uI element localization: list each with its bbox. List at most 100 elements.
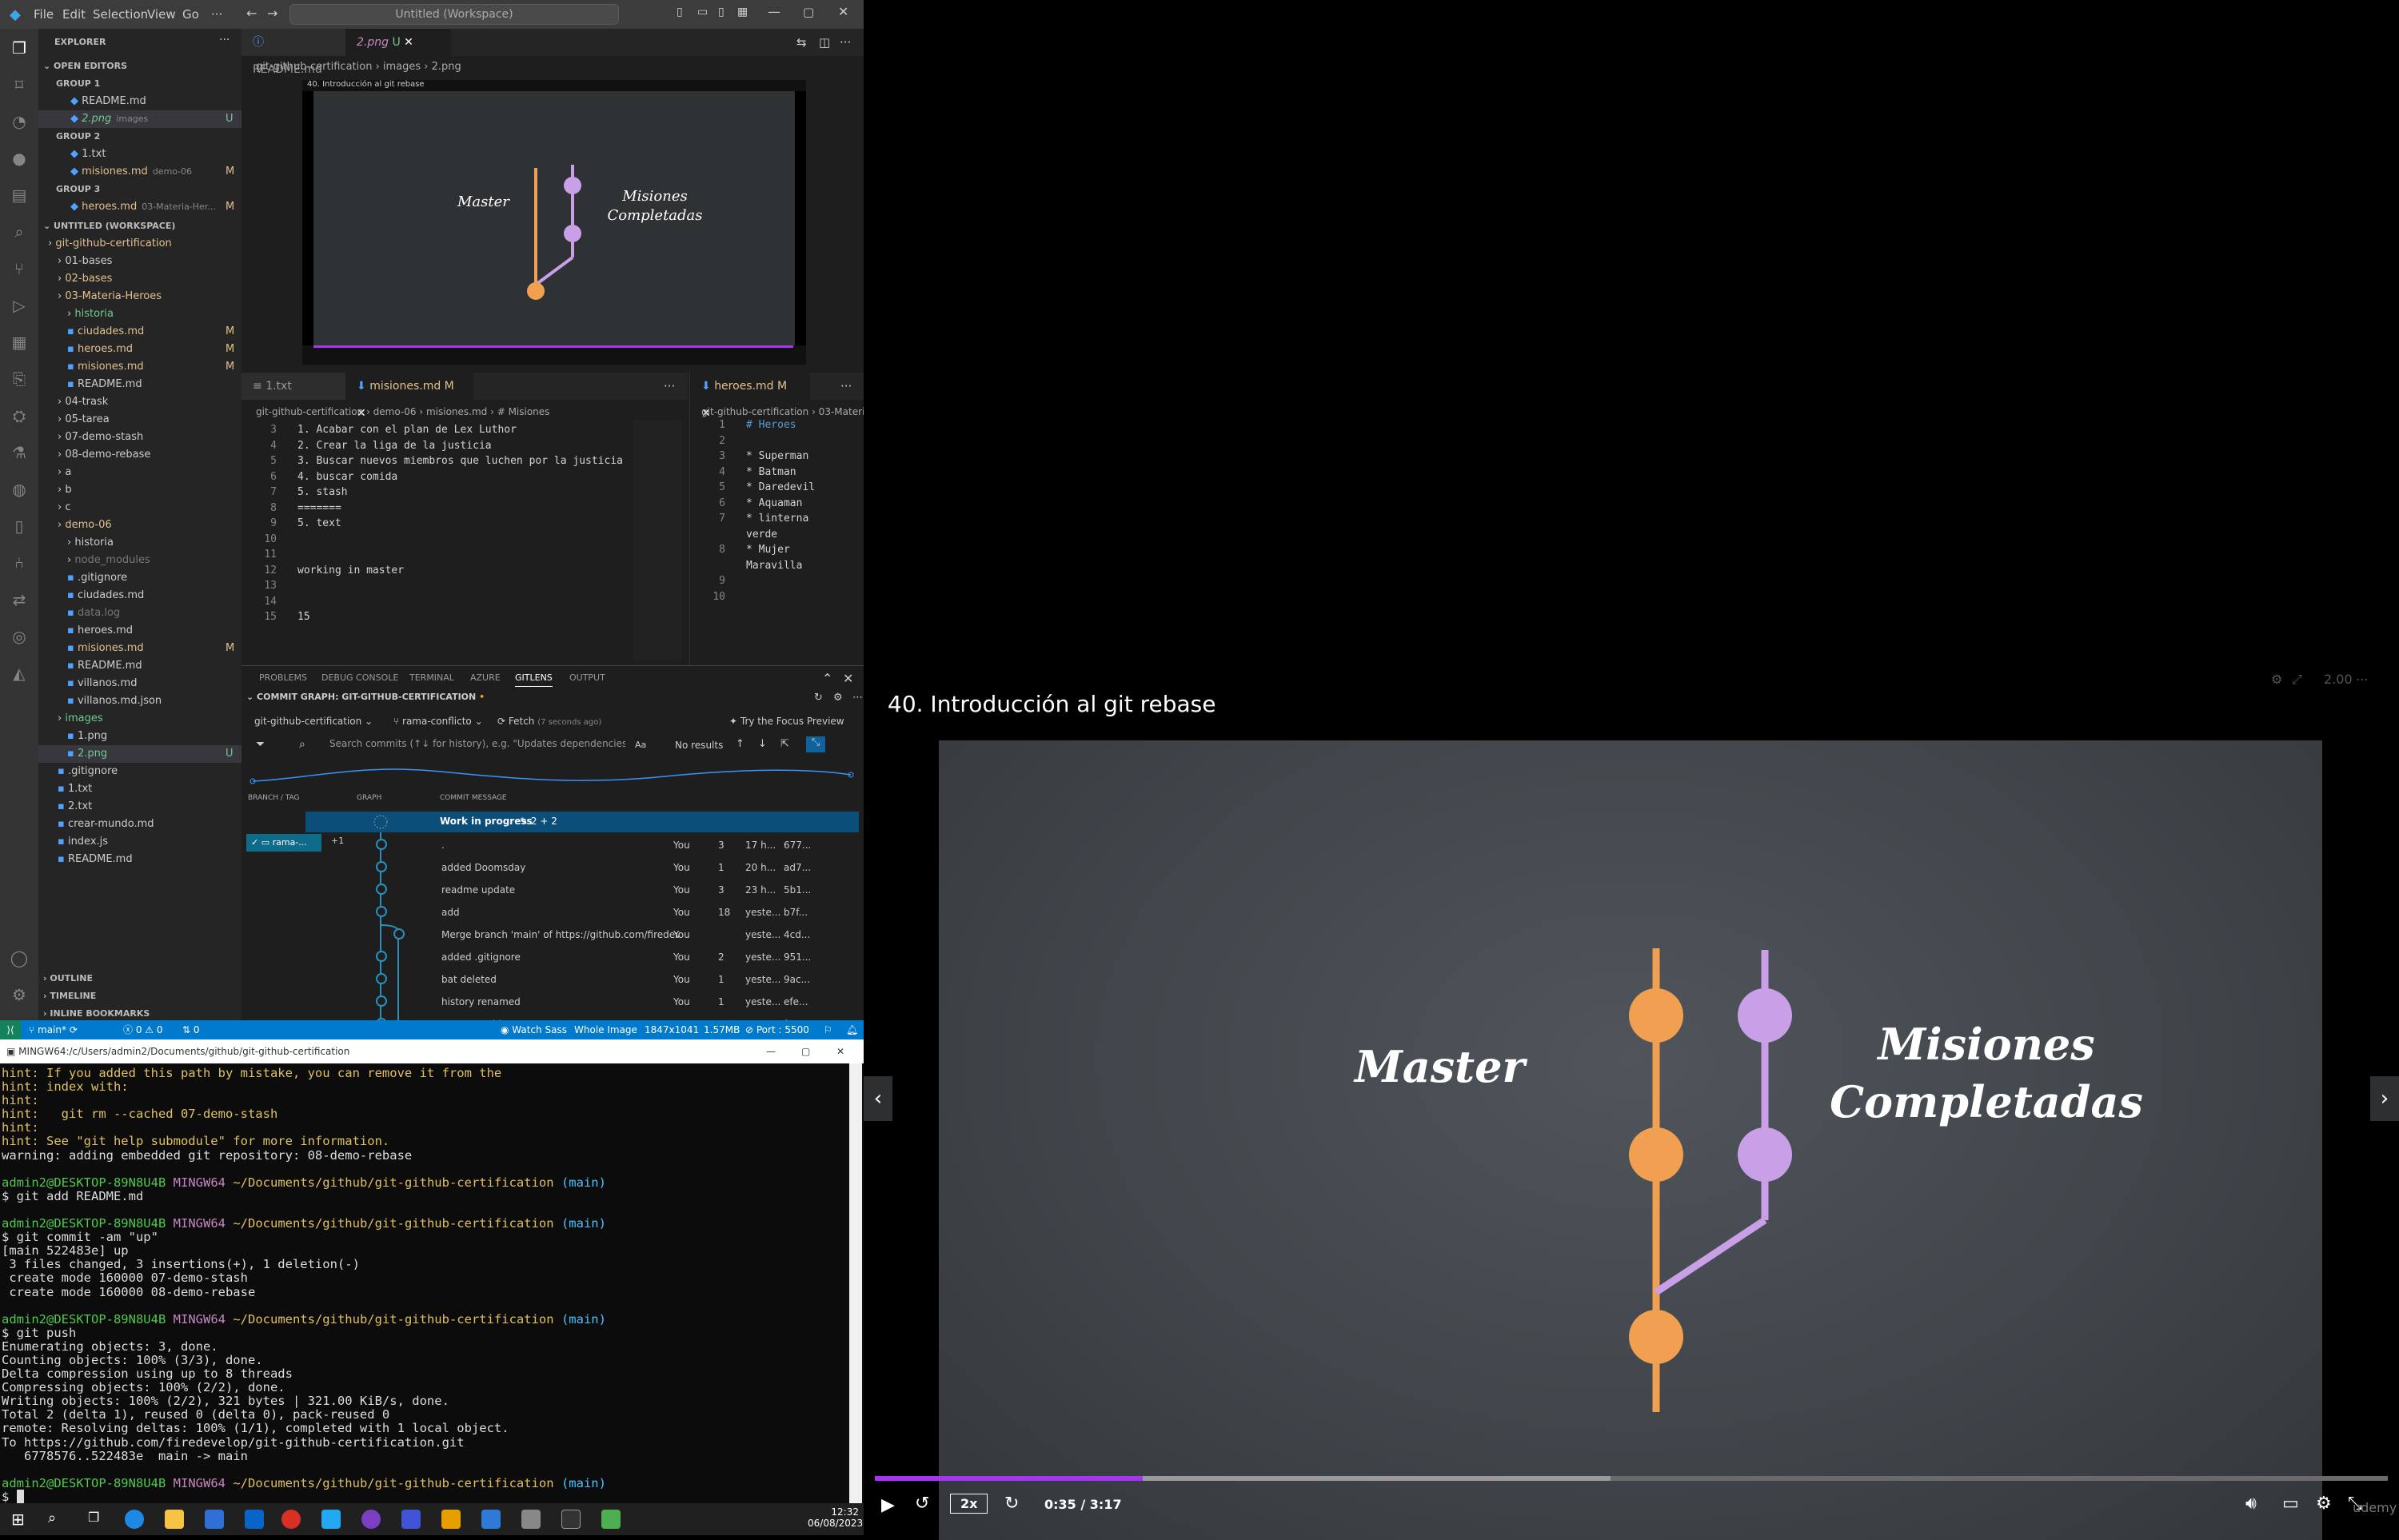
live-share-icon[interactable]: ⇄ xyxy=(10,590,29,609)
obs-icon[interactable] xyxy=(361,1510,381,1529)
commit-node[interactable] xyxy=(376,951,387,962)
tab-debug-console[interactable]: DEBUG CONSOLE xyxy=(321,672,398,683)
repo-selector[interactable]: git-github-certification ⌄ xyxy=(254,716,373,727)
tree-item[interactable]: › 01-bases xyxy=(38,253,241,270)
open-editor-item[interactable]: ◆ README.md xyxy=(38,93,241,110)
task-view-icon[interactable]: ❐ xyxy=(88,1510,99,1525)
feedback-icon[interactable]: ⚐ xyxy=(824,1020,832,1039)
manage-gear-icon[interactable]: ⚙ xyxy=(10,985,29,1004)
nav-forward-icon[interactable]: → xyxy=(267,6,277,21)
settings-icon[interactable]: ⚙ xyxy=(2316,1494,2332,1514)
tree-item[interactable]: › node_modules xyxy=(38,552,241,569)
minimap[interactable] xyxy=(633,421,681,660)
run-debug-icon[interactable]: ▷ xyxy=(10,296,29,315)
tree-item[interactable]: › git-github-certification xyxy=(38,235,241,253)
overlay-fullscreen-icon[interactable]: ⤢ xyxy=(2292,672,2302,688)
overlay-more-icon[interactable]: ⋯ xyxy=(2356,672,2369,687)
commit-node[interactable] xyxy=(376,839,387,850)
tab-problems[interactable]: PROBLEMS xyxy=(259,672,307,683)
focus-preview-link[interactable]: ✦ Try the Focus Preview xyxy=(729,716,844,727)
tab-1txt[interactable]: ≡ 1.txt xyxy=(241,373,345,400)
remote-explorer-icon[interactable]: ▤ xyxy=(10,186,29,205)
tab-misiones[interactable]: ⬇ misiones.md M ✕ xyxy=(345,373,473,420)
layout-sidebar-icon[interactable]: ▯ xyxy=(677,6,683,18)
commit-row[interactable]: added .gitignore You 2 yeste... 951... xyxy=(441,946,864,968)
commit-row[interactable]: bat deleted You 1 yeste... 9ac... xyxy=(441,968,864,991)
tab-2png[interactable]: 2.png U ✕ xyxy=(345,29,451,56)
play-icon[interactable]: ▶ xyxy=(881,1495,895,1515)
branch-indicator[interactable]: ⑂ main* ⟳ xyxy=(29,1020,78,1039)
nav-back-icon[interactable]: ← xyxy=(246,6,257,21)
commit-node[interactable] xyxy=(376,995,387,1007)
tree-item[interactable]: ▪ 1.png xyxy=(38,728,241,745)
explorer-icon[interactable]: ❐ xyxy=(10,38,29,58)
watch-sass-button[interactable]: ◉ Watch Sass xyxy=(501,1020,567,1039)
github-icon[interactable]: ◍ xyxy=(10,480,29,499)
tab-azure[interactable]: AZURE xyxy=(470,672,501,683)
playback-speed-button[interactable]: 2x xyxy=(950,1494,988,1514)
tree-item[interactable]: › historia xyxy=(38,305,241,323)
tree-item[interactable]: › 02-bases xyxy=(38,270,241,288)
mongo-icon[interactable]: ● xyxy=(10,149,29,168)
maximize-icon[interactable]: ▢ xyxy=(803,5,814,19)
notebook-icon[interactable]: ▯ xyxy=(10,517,29,536)
commit-row[interactable]: Merge branch 'main' of https://github.co… xyxy=(441,924,864,946)
edge-icon[interactable] xyxy=(125,1510,144,1529)
mail-icon[interactable] xyxy=(245,1510,264,1529)
captions-icon[interactable]: ▭ xyxy=(2282,1494,2299,1514)
git-icon[interactable] xyxy=(441,1510,461,1529)
menu-file[interactable]: File xyxy=(34,7,54,22)
close-icon[interactable]: ✕ xyxy=(838,4,848,19)
search-icon[interactable]: ⌕ xyxy=(299,738,305,751)
split-editor-icon[interactable]: ◫ xyxy=(819,35,830,50)
testing-icon[interactable]: ⚗ xyxy=(10,443,29,462)
volume-icon[interactable]: 🔊︎ xyxy=(2245,1494,2257,1514)
source-control-icon[interactable]: ⑂ xyxy=(10,259,29,278)
nvidia-icon[interactable] xyxy=(601,1510,621,1529)
graph-more-icon[interactable]: ⋯ xyxy=(852,692,863,704)
tree-item[interactable]: › b xyxy=(38,481,241,499)
editor-more-icon[interactable]: ··· xyxy=(840,379,852,393)
refresh-icon[interactable]: ↻ xyxy=(814,692,823,704)
remote-icon[interactable]: ⎘ xyxy=(10,369,29,389)
search-icon[interactable]: ⌕ xyxy=(10,222,29,241)
editor-more-icon[interactable]: ··· xyxy=(840,35,851,50)
terminal-scrollbar[interactable] xyxy=(849,1063,862,1503)
commit-node[interactable] xyxy=(376,861,387,872)
tree-item[interactable]: ▪ data.log xyxy=(38,604,241,622)
open-editor-item[interactable]: ◆ heroes.md 03-Materia-Her... M xyxy=(38,198,241,216)
tree-item[interactable]: ▪ .gitignore xyxy=(38,569,241,587)
timeline-icon[interactable]: ◔ xyxy=(10,112,29,131)
activity-minimap[interactable] xyxy=(249,760,857,792)
clock[interactable]: 12:32 06/08/2023 xyxy=(808,1506,863,1529)
commit-row[interactable]: . You 3 17 h... 677... xyxy=(441,834,864,856)
open-details-icon[interactable]: ⇱ xyxy=(780,738,789,750)
extensions-icon[interactable]: ▦ xyxy=(10,333,29,352)
previous-lecture-button[interactable]: ‹ xyxy=(864,1076,892,1121)
tree-item[interactable]: › a xyxy=(38,464,241,481)
tree-item[interactable]: ▪ 1.txt xyxy=(38,780,241,798)
tree-item[interactable]: › historia xyxy=(38,534,241,552)
vscode-taskbar-icon[interactable] xyxy=(321,1510,341,1529)
graph-icon[interactable]: ◎ xyxy=(10,627,29,646)
prev-result-icon[interactable]: ↑ xyxy=(736,738,744,750)
commit-node[interactable] xyxy=(376,884,387,895)
file-explorer-icon[interactable] xyxy=(165,1510,184,1529)
graph-settings-icon[interactable]: ⚙ xyxy=(833,692,843,704)
video-player[interactable]: Master Misiones Completadas 40. Introducc… xyxy=(864,668,2399,1540)
tab-close-icon[interactable]: ✕ xyxy=(404,36,413,49)
tab-heroes[interactable]: ⬇ heroes.md M ✕ xyxy=(690,373,810,420)
tree-item[interactable]: ▪ .gitignore xyxy=(38,763,241,780)
remote-indicator-icon[interactable]: ⟩⟨ xyxy=(0,1020,21,1039)
menu-edit[interactable]: Edit xyxy=(62,7,86,22)
tree-item[interactable]: ▪ villanos.md xyxy=(38,675,241,692)
branch-selector[interactable]: ⑂ rama-conflicto ⌄ xyxy=(393,716,483,727)
tree-item[interactable]: ▪ crear-mundo.md xyxy=(38,816,241,833)
tree-item[interactable]: ▪ misiones.md M xyxy=(38,358,241,376)
overlay-settings-icon[interactable]: ⚙ xyxy=(2271,672,2282,687)
explorer-more-icon[interactable]: ··· xyxy=(219,34,230,46)
tab-gitlens[interactable]: GITLENS xyxy=(515,672,553,687)
tree-item[interactable]: › 04-trask xyxy=(38,393,241,411)
commit-node[interactable] xyxy=(393,928,405,940)
open-changes-icon[interactable]: ⇆ xyxy=(796,35,807,50)
